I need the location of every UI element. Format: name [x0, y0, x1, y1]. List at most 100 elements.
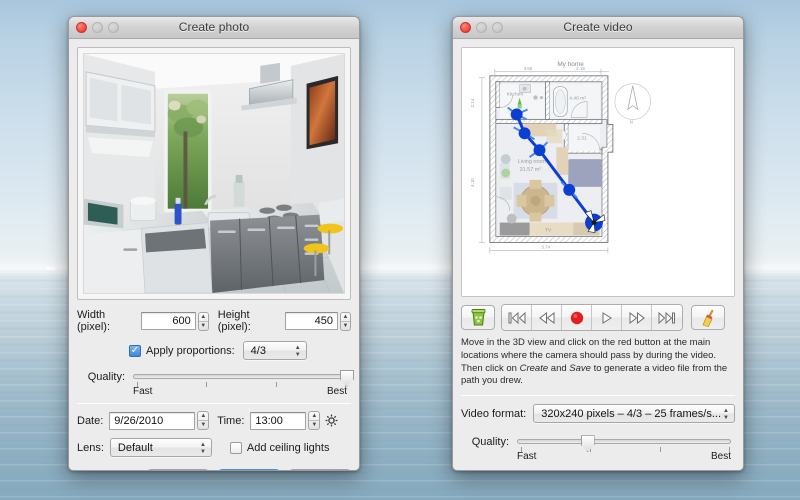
record-button[interactable]: [562, 305, 592, 330]
photo-button-row: Close Save... Create: [77, 469, 351, 471]
skip-to-end-button[interactable]: [652, 305, 682, 330]
video-quality-thumb[interactable]: [581, 435, 595, 452]
play-icon: [600, 312, 614, 324]
rewind-button[interactable]: [532, 305, 562, 330]
photo-quality-max-label: Best: [327, 386, 347, 397]
play-button[interactable]: [592, 305, 622, 330]
photo-datetime-row: Date: 9/26/2010 ▲▼ Time: 13:00 ▲▼: [77, 411, 351, 430]
skip-back-icon: [508, 312, 526, 324]
svg-text:TV: TV: [545, 228, 551, 233]
date-input[interactable]: 9/26/2010: [109, 412, 195, 430]
fast-forward-button[interactable]: [622, 305, 652, 330]
apply-proportions-label: Apply proportions:: [146, 345, 235, 357]
photo-window-title: Create photo: [69, 20, 359, 34]
floor-plan-frame[interactable]: My home 3.55 2.15: [461, 47, 735, 297]
photo-divider: [77, 403, 351, 404]
fast-forward-icon: [628, 312, 646, 324]
create-video-window[interactable]: Create video My home: [452, 16, 744, 471]
lens-label: Lens:: [77, 442, 104, 454]
photo-quality-row: Quality: Fast Best: [77, 369, 351, 397]
apply-proportions-row: ✓ Apply proportions: 4/3 ▲▼: [77, 341, 351, 360]
video-quality-max-label: Best: [711, 451, 731, 462]
ceiling-lights-label: Add ceiling lights: [247, 442, 330, 454]
clear-path-button[interactable]: [691, 305, 725, 330]
photo-save-button[interactable]: Save...: [218, 469, 280, 471]
height-input[interactable]: 450: [285, 312, 338, 330]
svg-text:4.10: 4.10: [470, 178, 475, 187]
video-titlebar[interactable]: Create video: [453, 17, 743, 39]
broom-icon: [699, 308, 718, 327]
skip-forward-icon: [658, 312, 676, 324]
photo-window-body: Width (pixel): 600 ▲▼ Height (pixel): 45…: [69, 39, 359, 471]
trash-bucket-icon: [469, 308, 488, 327]
height-label: Height (pixel):: [218, 309, 279, 333]
desktop-background: Create photo: [0, 0, 800, 500]
video-help-text: Move in the 3D view and click on the red…: [461, 337, 735, 388]
help-text-save: Save: [569, 363, 591, 374]
proportions-value: 4/3: [251, 345, 266, 357]
svg-text:2.31: 2.31: [577, 135, 587, 141]
width-label: Width (pixel):: [77, 309, 135, 333]
proportions-select[interactable]: 4/3 ▲▼: [243, 341, 307, 360]
delete-path-button[interactable]: [461, 305, 495, 330]
chevron-updown-icon: ▲▼: [722, 408, 730, 421]
time-label: Time:: [217, 415, 244, 427]
video-format-label: Video format:: [461, 408, 526, 420]
photo-close-button[interactable]: Close: [147, 469, 209, 471]
svg-text:5.74: 5.74: [541, 244, 550, 249]
floor-plan-with-camera-path[interactable]: My home 3.55 2.15: [462, 48, 734, 296]
width-stepper[interactable]: ▲▼: [198, 312, 209, 331]
playback-button-group: [501, 304, 683, 331]
svg-text:2.14: 2.14: [470, 98, 475, 107]
video-window-body: My home 3.55 2.15: [453, 39, 743, 471]
time-stepper[interactable]: ▲▼: [308, 411, 320, 430]
video-format-select[interactable]: 320x240 pixels – 4/3 – 25 frames/s... ▲▼: [533, 404, 735, 423]
video-window-title: Create video: [453, 20, 743, 34]
skip-to-start-button[interactable]: [502, 305, 532, 330]
photo-lens-row: Lens: Default ▲▼ Add ceiling lights: [77, 438, 351, 457]
svg-text:2.15: 2.15: [576, 66, 585, 71]
photo-titlebar[interactable]: Create photo: [69, 17, 359, 39]
svg-text:4.46 m²: 4.46 m²: [569, 96, 586, 102]
lens-select[interactable]: Default ▲▼: [110, 438, 212, 457]
apply-proportions-checkbox[interactable]: ✓: [129, 345, 141, 357]
height-stepper[interactable]: ▲▼: [340, 312, 351, 331]
video-format-value: 320x240 pixels – 4/3 – 25 frames/s...: [541, 408, 721, 420]
ceiling-lights-checkbox[interactable]: [230, 442, 242, 454]
chevron-updown-icon: ▲▼: [199, 442, 207, 455]
photo-quality-slider[interactable]: Fast Best: [133, 369, 347, 397]
svg-text:31.57 m²: 31.57 m²: [520, 167, 542, 173]
help-text-part2: and: [548, 363, 569, 374]
video-quality-label: Quality:: [461, 436, 509, 448]
photo-quality-track[interactable]: [133, 374, 347, 379]
video-quality-row: Quality: Fast Best: [461, 434, 735, 462]
video-transport-bar: [461, 304, 735, 331]
date-stepper[interactable]: ▲▼: [197, 411, 209, 430]
create-photo-window[interactable]: Create photo: [68, 16, 360, 471]
width-input[interactable]: 600: [141, 312, 196, 330]
kitchen-render-preview: [83, 53, 345, 294]
photo-size-row: Width (pixel): 600 ▲▼ Height (pixel): 45…: [77, 309, 351, 333]
video-format-row: Video format: 320x240 pixels – 4/3 – 25 …: [461, 404, 735, 423]
chevron-updown-icon: ▲▼: [294, 345, 302, 358]
help-text-create: Create: [520, 363, 549, 374]
photo-quality-min-label: Fast: [133, 386, 152, 397]
distant-boat: [46, 267, 55, 270]
photo-create-button[interactable]: Create: [289, 469, 351, 471]
video-divider: [461, 395, 735, 396]
photo-quality-label: Quality:: [77, 371, 125, 383]
rewind-icon: [538, 312, 556, 324]
sun-settings-icon[interactable]: [325, 414, 338, 427]
record-icon: [569, 310, 585, 326]
lens-value: Default: [118, 442, 153, 454]
time-input[interactable]: 13:00: [250, 412, 306, 430]
photo-quality-thumb[interactable]: [340, 370, 354, 387]
video-quality-min-label: Fast: [517, 451, 536, 462]
svg-text:N: N: [630, 119, 633, 124]
svg-text:3.55: 3.55: [524, 66, 533, 71]
video-quality-track[interactable]: [517, 439, 731, 444]
date-label: Date:: [77, 415, 103, 427]
video-quality-slider[interactable]: Fast Best: [517, 434, 731, 462]
photo-preview-frame: [77, 47, 351, 300]
svg-text:Living room: Living room: [518, 159, 547, 165]
